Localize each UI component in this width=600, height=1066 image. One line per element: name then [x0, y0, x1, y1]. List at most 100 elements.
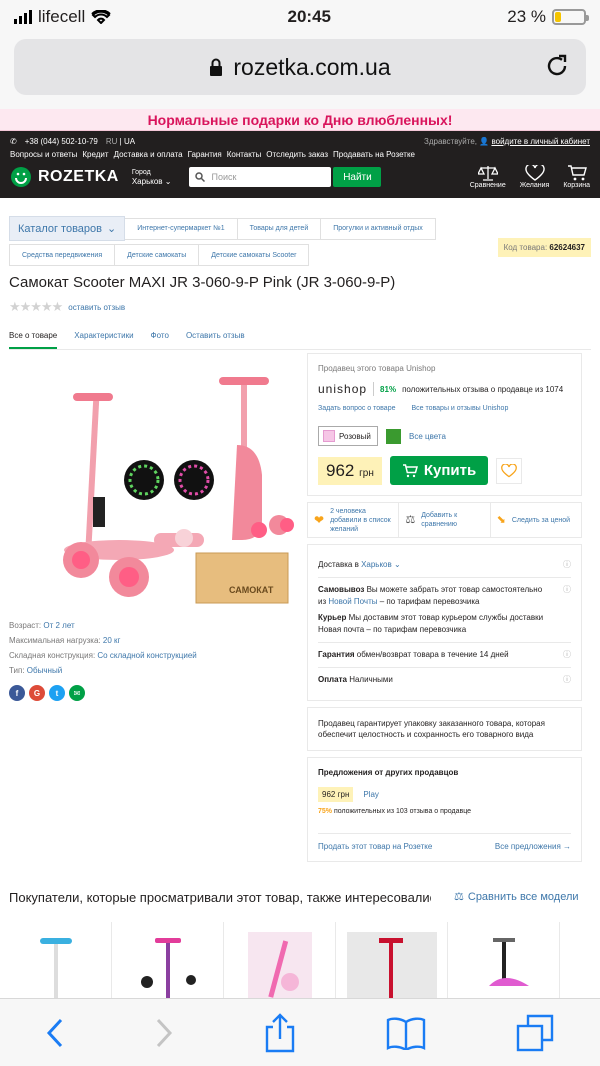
tab-all[interactable]: Все о товаре [9, 331, 58, 349]
buy-button[interactable]: Купить [389, 456, 489, 485]
breadcrumb-item[interactable]: Товары для детей [237, 217, 322, 240]
all-offers-link[interactable]: Все предложения → [495, 842, 571, 851]
scooter-image: САМОКАТ [63, 377, 294, 604]
header-link[interactable]: Вопросы и ответы [10, 150, 77, 159]
spec-value[interactable]: Обычный [27, 666, 62, 675]
url-text: rozetka.com.ua [233, 53, 391, 80]
info-icon[interactable]: ⓘ [563, 674, 571, 686]
header-link[interactable]: Кредит [82, 150, 108, 159]
spec-value[interactable]: От 2 лет [43, 621, 74, 630]
payment-row: Оплата Наличными ⓘ [318, 668, 571, 692]
greeting: Здравствуйте, [424, 137, 478, 146]
tab-characteristics[interactable]: Характеристики [74, 331, 133, 349]
sell-on-rozetka-link[interactable]: Продать этот товар на Розетке [318, 842, 432, 851]
product-card[interactable] [0, 922, 112, 998]
address-bar[interactable]: rozetka.com.ua [14, 39, 586, 95]
color-selector: Розовый Все цвета [318, 426, 571, 446]
offer-seller[interactable]: Play [363, 790, 379, 799]
compare-label: Сравнение [469, 182, 506, 189]
spec-label: Возраст: [9, 621, 42, 630]
reload-icon[interactable] [544, 53, 570, 79]
bookmarks-icon[interactable] [386, 1016, 426, 1050]
color-option-pink[interactable]: Розовый [318, 426, 378, 446]
forward-icon[interactable] [154, 1018, 174, 1048]
spec-label: Максимальная нагрузка: [9, 636, 101, 645]
seller-guarantee-note: Продавец гарантирует упаковку заказанног… [307, 707, 582, 751]
product-image[interactable]: САМОКАТ [9, 355, 294, 615]
offer-rating: 75% положительных из 103 отзыва о продав… [318, 808, 571, 815]
wishlist-count[interactable]: ❤ 2 человека добавили в список желаний [308, 503, 400, 537]
wishlist-button[interactable] [496, 457, 523, 484]
header-link[interactable]: Отследить заказ [266, 150, 328, 159]
tab-review[interactable]: Оставить отзыв [186, 331, 245, 349]
lang-ua[interactable]: UA [124, 137, 135, 146]
phone-icon: ✆ [10, 137, 17, 146]
info-icon[interactable]: ⓘ [563, 649, 571, 661]
review-link[interactable]: оставить отзыв [68, 303, 125, 312]
all-colors-link[interactable]: Все цвета [409, 432, 446, 441]
status-bar: lifecell 20:45 23 % [0, 0, 600, 34]
cart-button[interactable]: Корзина [563, 165, 590, 189]
compare-all-link[interactable]: ⚖ Сравнить все модели [454, 890, 579, 904]
nova-poshta-link[interactable]: Новой Почты [328, 597, 377, 606]
search-button[interactable]: Найти [333, 167, 382, 187]
rozetka-logo[interactable]: ROZETKA [10, 166, 119, 188]
product-card[interactable] [448, 922, 560, 998]
catalog-button[interactable]: Каталог товаров ⌄ [9, 216, 126, 241]
wishlist-button[interactable]: Желания [520, 165, 549, 189]
color-option-green[interactable] [386, 428, 401, 444]
search-icon [195, 172, 206, 182]
product-card[interactable] [224, 922, 336, 998]
twitter-icon[interactable]: t [49, 685, 65, 701]
phone-number[interactable]: +38 (044) 502-10-79 [25, 137, 98, 146]
delivery-city-select[interactable]: Харьков ⌄ [361, 560, 401, 569]
heart-plus-icon: ❤ [314, 512, 325, 527]
header-link[interactable]: Контакты [227, 150, 262, 159]
logo-smile-icon [11, 167, 31, 187]
product-card[interactable] [336, 922, 448, 998]
login-link[interactable]: войдите в личный кабинет [491, 137, 590, 146]
back-icon[interactable] [45, 1018, 65, 1048]
watch-price[interactable]: ⬊ Следить за ценой [491, 503, 581, 537]
watch-price-text: Следить за ценой [511, 516, 571, 524]
breadcrumb-item[interactable]: Прогулки и активный отдых [321, 217, 436, 240]
search-placeholder: Поиск [211, 172, 237, 182]
offer-row[interactable]: 962 грн Play [318, 787, 571, 802]
breadcrumb-item[interactable]: Детские самокаты [115, 244, 200, 266]
promo-banner[interactable]: Нормальные подарки ко Дню влюбленных! [0, 109, 600, 131]
header-link[interactable]: Продавать на Розетке [333, 150, 415, 159]
search-input[interactable]: Поиск [189, 167, 332, 187]
google-plus-icon[interactable]: G [29, 685, 45, 701]
breadcrumb-item[interactable]: Средства передвижения [9, 244, 116, 266]
facebook-icon[interactable]: f [9, 685, 25, 701]
city-selector[interactable]: Город Харьков ⌄ [132, 168, 172, 186]
tab-photo[interactable]: Фото [151, 331, 169, 349]
mail-icon[interactable]: ✉ [69, 685, 85, 701]
tabs-icon[interactable] [515, 1013, 555, 1053]
header-link[interactable]: Гарантия [188, 150, 222, 159]
wishlist-count-text: 2 человека добавили в список желаний [330, 507, 391, 533]
seller-products-link[interactable]: Все товары и отзывы Unishop [411, 405, 508, 412]
offer-rating-text: положительных из 103 отзыва о продавце [333, 808, 472, 815]
info-icon[interactable]: ⓘ [563, 559, 571, 571]
product-actions: ❤ 2 человека добавили в список желаний ⚖… [307, 502, 582, 538]
pickup-tariff: – по тарифам перевозчика [379, 597, 480, 606]
spec-value[interactable]: 20 кг [103, 636, 121, 645]
header-link[interactable]: Доставка и оплата [114, 150, 183, 159]
product-card[interactable] [112, 922, 224, 998]
breadcrumb-item[interactable]: Детские самокаты Scooter [199, 244, 310, 266]
courier-text: Мы доставим этот товар курьером службы д… [348, 613, 544, 622]
spec-value[interactable]: Со складной конструкцией [97, 651, 196, 660]
clock: 20:45 [287, 7, 331, 26]
breadcrumb-item[interactable]: Интернет-супермаркет №1 [125, 217, 238, 240]
spec-row: Возраст: От 2 лет [9, 621, 294, 630]
lang-ru[interactable]: RU [106, 137, 118, 146]
seller-logo[interactable]: unishop [318, 382, 375, 396]
compare-button[interactable]: Сравнение [470, 165, 506, 189]
ask-question-link[interactable]: Задать вопрос о товаре [318, 405, 395, 412]
spec-label: Складная конструкция: [9, 651, 96, 660]
share-icon[interactable] [264, 1012, 296, 1053]
info-icon[interactable]: ⓘ [563, 584, 571, 596]
add-to-compare[interactable]: ⚖ Добавить к сравнению [399, 503, 491, 537]
spec-row: Максимальная нагрузка: 20 кг [9, 636, 294, 645]
